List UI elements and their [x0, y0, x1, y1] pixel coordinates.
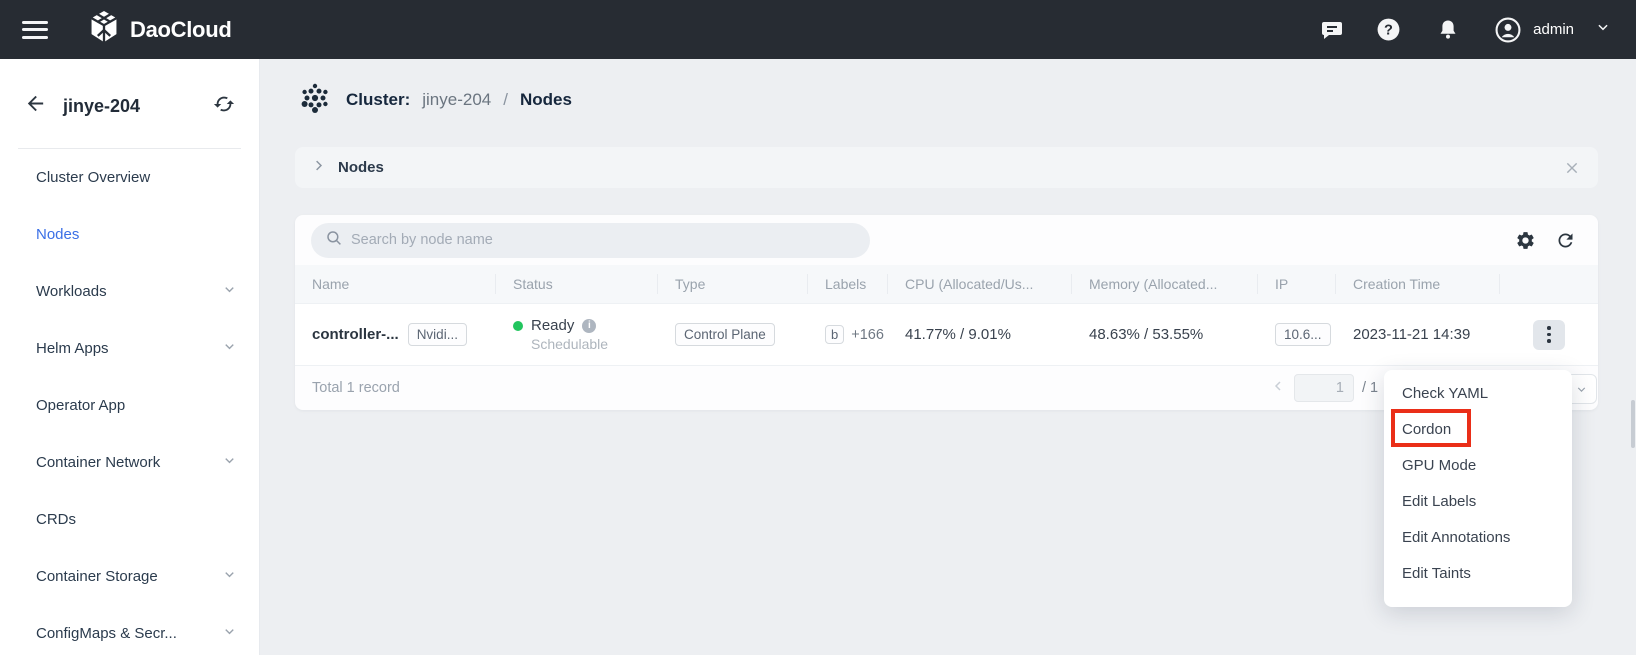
- close-icon[interactable]: [1564, 160, 1580, 176]
- notifications-bell-icon[interactable]: [1435, 17, 1461, 43]
- status-text: Ready: [531, 317, 575, 334]
- topbar-actions: ? admin: [1319, 17, 1610, 43]
- node-status-cell: Ready i Schedulable: [496, 317, 658, 352]
- node-labels-cell: b +166: [808, 325, 888, 344]
- toolbar-icons: [1515, 230, 1576, 251]
- column-header-name[interactable]: Name: [295, 274, 496, 294]
- back-arrow-icon[interactable]: [24, 92, 47, 120]
- sidebar-item-container-network[interactable]: Container Network: [0, 446, 259, 478]
- user-avatar[interactable]: [1495, 17, 1521, 43]
- breadcrumb: Cluster: jinye-204 / Nodes: [298, 83, 572, 117]
- breadcrumb-current: Nodes: [519, 90, 572, 109]
- chevron-down-icon: [222, 624, 237, 643]
- cluster-dots-icon: [298, 81, 332, 120]
- menu-item-check-yaml[interactable]: Check YAML: [1384, 376, 1572, 412]
- node-type-tag: Control Plane: [675, 323, 775, 346]
- total-records-label: Total 1 record: [312, 380, 400, 396]
- nodes-collapse-panel: Nodes: [295, 147, 1598, 188]
- node-creation-time-cell: 2023-11-21 14:39: [1353, 326, 1471, 343]
- menu-item-cordon[interactable]: Cordon: [1384, 412, 1572, 448]
- sidebar-item-configmaps-secrets[interactable]: ConfigMaps & Secr...: [0, 617, 259, 649]
- node-ip-cell: 10.6...: [1258, 323, 1336, 346]
- sidebar-item-operator-app[interactable]: Operator App: [0, 389, 259, 421]
- table-header-row: Name Status Type Labels CPU (Allocated/U…: [295, 265, 1598, 303]
- sidebar-menu: Cluster Overview Nodes Workloads Helm Ap…: [0, 161, 259, 655]
- node-type-cell: Control Plane: [658, 323, 808, 346]
- user-menu-chevron-down-icon[interactable]: [1596, 20, 1610, 39]
- username-label: admin: [1533, 21, 1574, 38]
- table-row: controller-... Nvidi... Ready i Schedula…: [295, 303, 1598, 365]
- sidebar-item-container-storage[interactable]: Container Storage: [0, 560, 259, 592]
- schedulable-text: Schedulable: [531, 336, 609, 352]
- daocloud-logo-icon: [88, 9, 120, 50]
- sidebar-divider: [18, 148, 241, 149]
- sidebar-header: jinye-204: [0, 90, 259, 122]
- column-header-labels[interactable]: Labels: [808, 274, 888, 294]
- sidebar-item-nodes[interactable]: Nodes: [0, 218, 259, 250]
- chevron-down-icon: [222, 453, 237, 472]
- column-header-creation-time[interactable]: Creation Time: [1336, 274, 1500, 294]
- scrollbar[interactable]: [1631, 400, 1635, 448]
- cluster-sidebar: jinye-204 Cluster Overview Nodes Workloa…: [0, 59, 260, 655]
- menu-item-gpu-mode[interactable]: GPU Mode: [1384, 448, 1572, 484]
- node-cpu-cell: 41.77% / 9.01%: [905, 326, 1011, 343]
- info-icon[interactable]: i: [582, 318, 597, 333]
- hamburger-menu-icon[interactable]: [22, 16, 48, 43]
- table-toolbar: [295, 215, 1598, 265]
- search-box: [311, 222, 870, 258]
- refresh-icon[interactable]: [1555, 230, 1576, 251]
- sidebar-item-cluster-overview[interactable]: Cluster Overview: [0, 161, 259, 193]
- column-header-status[interactable]: Status: [496, 274, 658, 294]
- row-actions-menu: Check YAML Cordon GPU Mode Edit Labels E…: [1384, 370, 1572, 607]
- column-header-memory[interactable]: Memory (Allocated...: [1072, 274, 1258, 294]
- column-header-cpu[interactable]: CPU (Allocated/Us...: [888, 274, 1072, 294]
- main-content: Cluster: jinye-204 / Nodes Nodes Search …: [260, 59, 1636, 655]
- messages-icon[interactable]: [1319, 17, 1345, 43]
- search-icon: [325, 229, 343, 252]
- node-name-tag: Nvidi...: [407, 323, 467, 346]
- chevron-down-icon: [222, 282, 237, 301]
- sidebar-item-workloads[interactable]: Workloads: [0, 275, 259, 307]
- node-memory-cell: 48.63% / 53.55%: [1089, 326, 1204, 343]
- table-settings-gear-icon[interactable]: [1515, 230, 1536, 251]
- pagination: / 1: [1270, 366, 1378, 410]
- svg-text:?: ?: [1384, 23, 1393, 39]
- node-name-link[interactable]: controller-...: [312, 326, 399, 343]
- search-input[interactable]: [351, 232, 831, 248]
- column-header-ip[interactable]: IP: [1258, 274, 1336, 294]
- column-header-actions: [1500, 274, 1598, 294]
- breadcrumb-separator: /: [503, 90, 508, 109]
- menu-item-edit-taints[interactable]: Edit Taints: [1384, 556, 1572, 592]
- brand-name: DaoCloud: [130, 16, 232, 42]
- switch-cluster-icon[interactable]: [213, 93, 235, 120]
- cluster-name-title: jinye-204: [63, 95, 141, 116]
- column-header-type[interactable]: Type: [658, 274, 808, 294]
- node-ip-tag: 10.6...: [1275, 323, 1331, 346]
- page-total-label: / 1: [1362, 380, 1379, 396]
- chevron-down-icon: [222, 567, 237, 586]
- help-icon[interactable]: ?: [1375, 17, 1401, 43]
- breadcrumb-cluster[interactable]: jinye-204: [422, 90, 491, 110]
- status-ready-dot: [513, 320, 523, 331]
- panel-title: Nodes: [338, 159, 384, 176]
- menu-item-edit-labels[interactable]: Edit Labels: [1384, 484, 1572, 520]
- labels-more-count[interactable]: +166: [851, 327, 884, 343]
- chevron-down-icon: [222, 339, 237, 358]
- node-actions-cell: [1500, 319, 1598, 350]
- row-actions-kebab-icon[interactable]: [1533, 319, 1565, 350]
- prev-page-chevron-icon[interactable]: [1270, 378, 1286, 398]
- node-name-cell: controller-... Nvidi...: [295, 323, 496, 346]
- page-number-input[interactable]: [1294, 374, 1354, 402]
- chevron-right-icon[interactable]: [311, 158, 326, 178]
- menu-item-edit-annotations[interactable]: Edit Annotations: [1384, 520, 1572, 556]
- label-tag: b: [825, 325, 845, 344]
- sidebar-item-helm-apps[interactable]: Helm Apps: [0, 332, 259, 364]
- brand-logo[interactable]: DaoCloud: [88, 9, 232, 50]
- top-navbar: DaoCloud ? admin: [0, 0, 1636, 59]
- breadcrumb-prefix: Cluster:: [346, 90, 411, 109]
- app-window: DaoCloud ? admin jinye-204 Cluster Overv…: [0, 0, 1636, 655]
- sidebar-item-crds[interactable]: CRDs: [0, 503, 259, 535]
